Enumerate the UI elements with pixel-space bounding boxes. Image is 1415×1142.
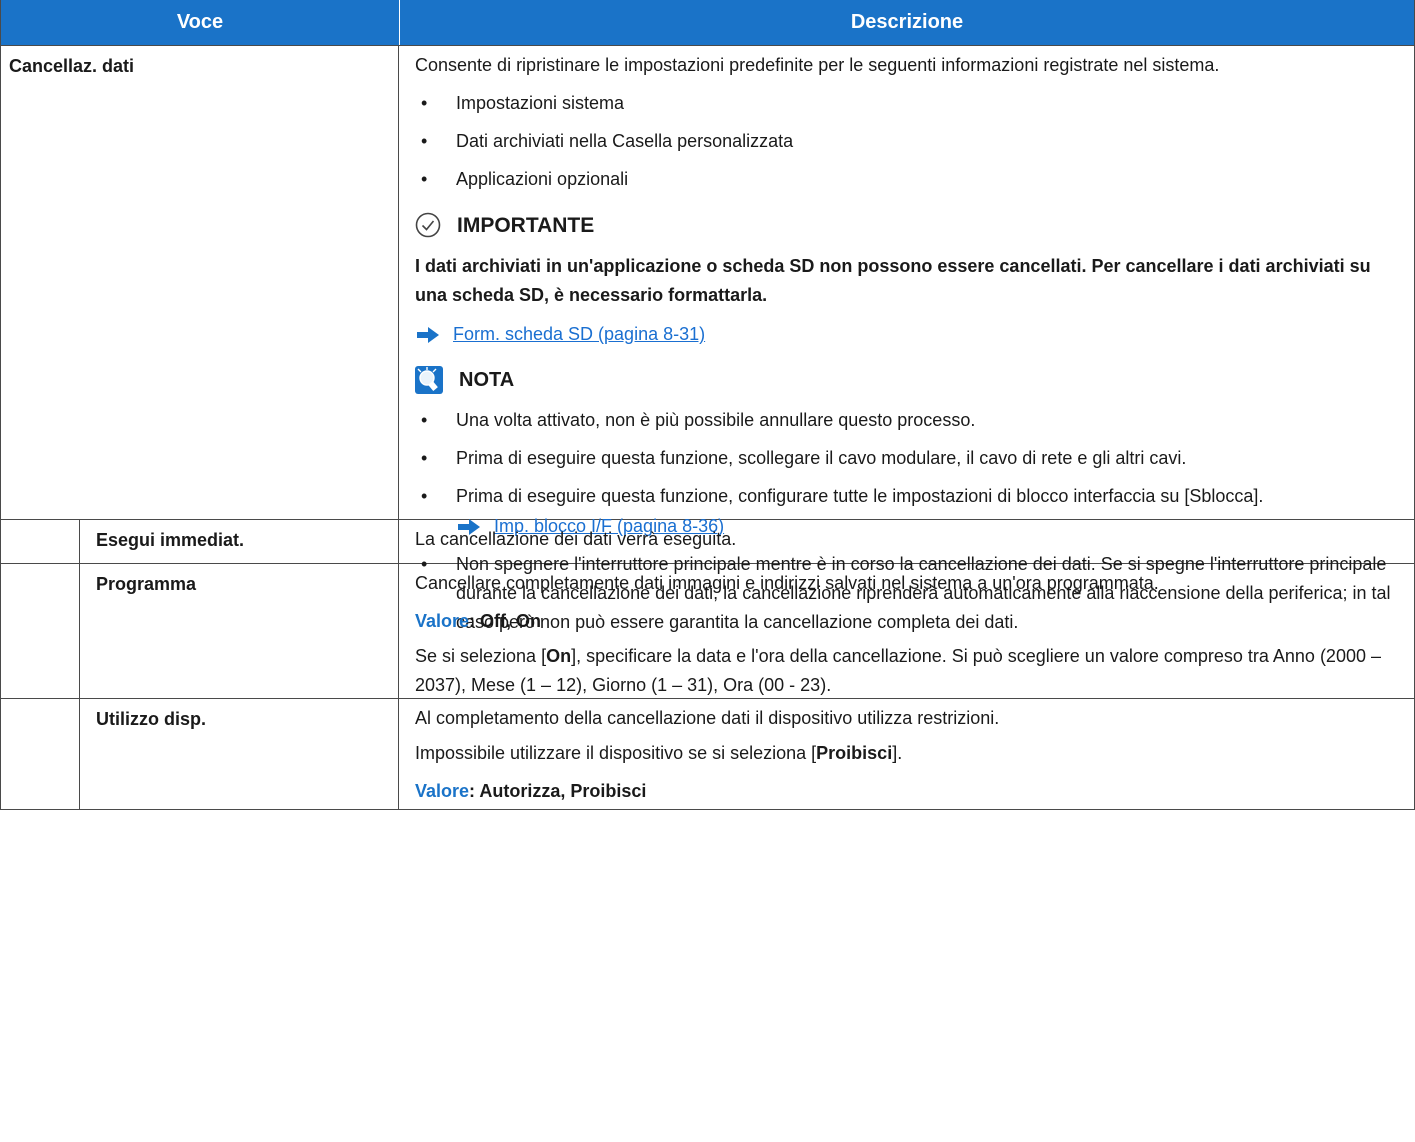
valore-key: Valore [415, 611, 470, 631]
list-item: • Impostazioni sistema [415, 89, 1400, 118]
settings-table: Voce Descrizione Cancellaz. dati Consent… [0, 0, 1415, 810]
row-description: Al completamento della cancellazione dat… [399, 699, 1414, 809]
row-description: Cancellare completamente dati immagini e… [399, 564, 1414, 698]
arrow-right-icon [417, 326, 439, 343]
intro-text: Consente di ripristinare le impostazioni… [415, 55, 1220, 75]
header-voce: Voce [1, 0, 400, 45]
important-title: IMPORTANTE [457, 213, 595, 237]
row-description: La cancellazione dei dati verrà eseguita… [415, 529, 737, 549]
link-row: Form. scheda SD (pagina 8-31) [415, 320, 1400, 349]
lightbulb-icon [415, 366, 443, 394]
header-descrizione: Descrizione [850, 11, 964, 33]
important-heading: IMPORTANTE [415, 208, 1400, 242]
table-row: Utilizzo disp. Al completamento della ca… [1, 698, 1414, 810]
row-description: Consente di ripristinare le impostazioni… [399, 46, 1414, 632]
bullet: • [421, 131, 428, 151]
bullet: • [421, 410, 428, 430]
list-item: • Dati archiviati nella Casella personali… [415, 127, 1400, 156]
table-header: Voce Descrizione [1, 0, 1414, 45]
check-circle-icon [415, 212, 441, 238]
list-item: • Applicazioni opzionali [415, 165, 1400, 194]
row-label: Utilizzo disp. [1, 698, 399, 809]
bullet: • [421, 169, 428, 189]
nota-title: NOTA [459, 368, 515, 391]
bullet: • [421, 93, 428, 113]
nota-heading: NOTA [415, 363, 1400, 397]
table-row: Programma Cancellare completamente dati … [1, 563, 1414, 698]
list-item: • Prima di eseguire questa funzione, scol… [415, 444, 1400, 473]
valore-key: Valore [415, 781, 470, 801]
table-row: Esegui immediat. La cancellazione dei da… [1, 519, 1414, 563]
row-label: Programma [1, 563, 399, 698]
list-item: • Una volta attivato, non è più possibile… [415, 406, 1400, 435]
valore-line: Valore: Autorizza, Proibisci [415, 781, 647, 801]
bullet: • [421, 448, 428, 468]
link-form-scheda-sd[interactable]: Form. scheda SD (pagina 8-31) [453, 320, 705, 349]
row-label: Esegui immediat. [1, 519, 399, 563]
important-text: I dati archiviati in un'applicazione o s… [415, 256, 1371, 305]
row-label: Cancellaz. dati [1, 46, 399, 519]
table-row: Cancellaz. dati Consente di ripristinare… [1, 45, 1414, 632]
valore-line: Valore: Off, On [415, 611, 542, 631]
